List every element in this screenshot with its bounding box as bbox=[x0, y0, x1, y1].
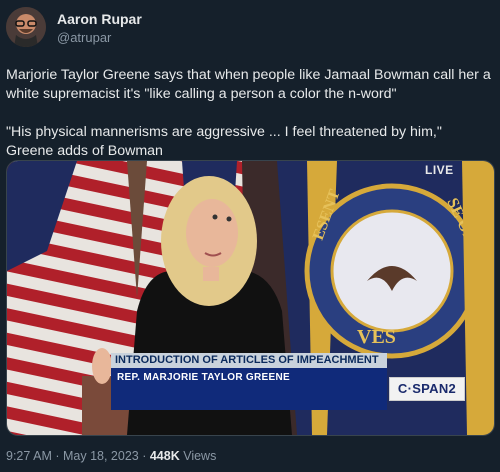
author-name[interactable]: Aaron Rupar bbox=[57, 11, 142, 27]
tweet-text: Marjorie Taylor Greene says that when pe… bbox=[6, 66, 492, 161]
network-logo: C·SPAN2 bbox=[389, 377, 465, 401]
views-label: Views bbox=[179, 449, 217, 463]
speaker-face bbox=[186, 199, 238, 267]
live-badge: LIVE bbox=[425, 163, 454, 177]
video-player[interactable]: ESENT SE OF VES LIVE INTRODUCTION OF ART… bbox=[6, 160, 495, 436]
tweet-date[interactable]: May 18, 2023 bbox=[63, 449, 139, 463]
author-handle[interactable]: @atrupar bbox=[57, 30, 111, 45]
author-avatar[interactable] bbox=[6, 7, 46, 47]
chyron-name: REP. MARJORIE TAYLOR GREENE bbox=[117, 372, 290, 383]
meta-separator: · bbox=[138, 449, 150, 463]
tweet-card: Aaron Rupar @atrupar Marjorie Taylor Gre… bbox=[0, 0, 500, 472]
tweet-paragraph: "His physical mannerisms are aggressive … bbox=[6, 124, 442, 159]
seal-text-bottom: VES bbox=[357, 326, 396, 348]
chyron-bar: REP. MARJORIE TAYLOR GREENE bbox=[111, 368, 387, 410]
tweet-paragraph: Marjorie Taylor Greene says that when pe… bbox=[6, 67, 491, 102]
tweet-meta: 9:27 AM · May 18, 2023 · 448K Views bbox=[6, 449, 216, 463]
tweet-time[interactable]: 9:27 AM bbox=[6, 449, 52, 463]
avatar-image bbox=[6, 7, 46, 47]
chyron-title: INTRODUCTION OF ARTICLES OF IMPEACHMENT bbox=[111, 353, 387, 368]
views-count: 448K bbox=[149, 449, 180, 463]
meta-separator: · bbox=[51, 449, 63, 463]
